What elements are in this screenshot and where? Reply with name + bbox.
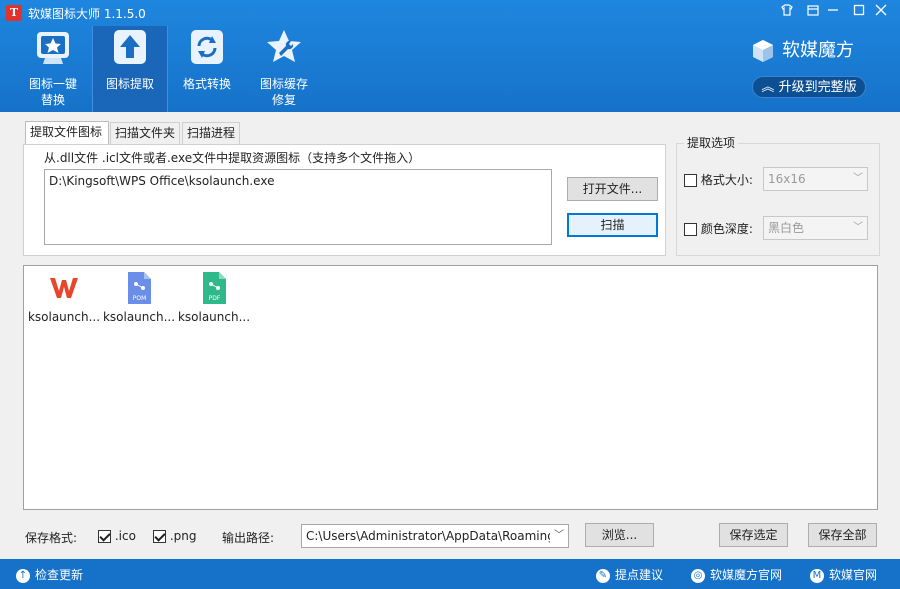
pdf-file-icon: PDF xyxy=(203,272,226,304)
file-path-input[interactable]: D:\Kingsoft\WPS Office\ksolaunch.exe xyxy=(44,169,552,245)
tool-label: 图标缓存 修复 xyxy=(259,77,308,107)
tool-label: 格式转换 xyxy=(182,77,231,91)
size-label: 格式大小: xyxy=(700,173,753,187)
open-file-button[interactable]: 打开文件... xyxy=(567,177,658,201)
icon-list[interactable]: ksolaunch... POM ksolaunch... PDF ksolau… xyxy=(23,265,878,510)
extract-options-title: 提取选项 xyxy=(684,134,739,151)
extract-panel: 从.dll文件 .icl文件或者.exe文件中提取资源图标（支持多个文件拖入） … xyxy=(23,144,666,256)
depth-value: 黑白色 xyxy=(768,221,805,235)
menu-icon xyxy=(807,5,819,16)
close-icon xyxy=(875,4,887,16)
monitor-star-icon xyxy=(37,32,69,64)
save-format-label: 保存格式: xyxy=(25,531,78,545)
arrow-up-circle-icon: ↑ xyxy=(16,568,30,583)
size-checkbox[interactable] xyxy=(684,174,697,187)
upgrade-label: 升级到完整版 xyxy=(778,80,857,95)
double-up-icon: ︽ xyxy=(761,80,775,95)
ico-checkbox[interactable] xyxy=(98,530,111,543)
icon-name: ksolaunch... xyxy=(102,310,176,324)
depth-checkbox[interactable] xyxy=(684,223,697,236)
depth-option[interactable]: 颜色深度: xyxy=(684,220,753,237)
tab-scan-folder[interactable]: 扫描文件夹 xyxy=(110,122,180,144)
ruanmei-site-link[interactable]: M 软媒官网 xyxy=(810,566,877,583)
save-all-button[interactable]: 保存全部 xyxy=(808,523,877,547)
icon-name: ksolaunch... xyxy=(27,310,101,324)
cube-logo-icon xyxy=(753,40,773,62)
title-bar: T 软媒图标大师 1.1.5.0 xyxy=(0,0,900,26)
chevron-down-icon: ﹀ xyxy=(853,222,863,233)
png-checkbox[interactable] xyxy=(153,530,166,543)
pom-badge: POM xyxy=(133,295,147,302)
suggest-link[interactable]: ✎ 提点建议 xyxy=(596,566,663,583)
tool-label: 图标提取 xyxy=(105,77,154,91)
close-button[interactable] xyxy=(868,3,894,23)
mofang-site-label: 软媒魔方官网 xyxy=(710,568,783,582)
list-item[interactable]: ksolaunch... xyxy=(26,266,102,328)
png-label: .png xyxy=(169,529,197,543)
ico-option[interactable]: .ico xyxy=(98,529,136,543)
app-logo-icon: T xyxy=(6,5,22,21)
output-path-value: C:\Users\Administrator\AppData\Roaming xyxy=(306,529,555,543)
brand-logo: 软媒魔方 xyxy=(750,36,854,64)
size-value: 16x16 xyxy=(768,172,806,186)
scan-button[interactable]: 扫描 xyxy=(567,213,658,237)
size-option[interactable]: 格式大小: xyxy=(684,171,753,188)
chevron-down-icon: ﹀ xyxy=(853,173,863,184)
depth-select[interactable]: 黑白色 ﹀ xyxy=(763,216,868,240)
minimize-button[interactable] xyxy=(820,3,846,23)
check-update-link[interactable]: ↑ 检查更新 xyxy=(16,566,83,583)
status-bar: ↑ 检查更新 ✎ 提点建议 ◎ 软媒魔方官网 M 软媒官网 xyxy=(0,559,900,589)
browse-button[interactable]: 浏览... xyxy=(585,523,654,547)
output-path-label: 输出路径: xyxy=(222,531,275,545)
tool-format-convert[interactable]: 格式转换 xyxy=(169,26,245,112)
check-update-label: 检查更新 xyxy=(35,568,84,582)
icon-name: ksolaunch... xyxy=(177,310,251,324)
wps-logo-icon xyxy=(50,278,78,298)
depth-label: 颜色深度: xyxy=(700,222,753,236)
tool-icon-replace[interactable]: 图标一键 替换 xyxy=(15,26,91,112)
suggest-label: 提点建议 xyxy=(615,568,664,582)
tab-extract-file[interactable]: 提取文件图标 xyxy=(25,121,109,145)
brand-name: 软媒魔方 xyxy=(782,40,854,61)
pom-file-icon: POM xyxy=(128,272,151,304)
minimize-icon xyxy=(828,9,838,11)
refresh-icon xyxy=(191,30,223,64)
upload-arrow-icon xyxy=(114,30,146,64)
tab-scan-process[interactable]: 扫描进程 xyxy=(182,122,240,144)
skin-button[interactable] xyxy=(774,3,800,23)
skin-icon xyxy=(781,4,793,16)
tool-label: 图标一键 替换 xyxy=(28,77,77,107)
list-item[interactable]: PDF ksolaunch... xyxy=(176,266,252,328)
png-option[interactable]: .png xyxy=(153,529,196,543)
save-selected-button[interactable]: 保存选定 xyxy=(719,523,788,547)
mofang-site-link[interactable]: ◎ 软媒魔方官网 xyxy=(691,566,782,583)
pdf-badge: PDF xyxy=(209,295,221,302)
ruanmei-logo-icon: M xyxy=(810,568,824,583)
size-select[interactable]: 16x16 ﹀ xyxy=(763,167,868,191)
star-wrench-icon xyxy=(267,30,301,62)
window-title: 软媒图标大师 1.1.5.0 xyxy=(28,7,146,21)
tool-icon-extract[interactable]: 图标提取 xyxy=(92,26,168,112)
ruanmei-site-label: 软媒官网 xyxy=(829,568,878,582)
extract-hint: 从.dll文件 .icl文件或者.exe文件中提取资源图标（支持多个文件拖入） xyxy=(44,151,421,165)
chevron-down-icon: ﹀ xyxy=(550,525,568,547)
list-item[interactable]: POM ksolaunch... xyxy=(101,266,177,328)
maximize-icon xyxy=(853,4,865,16)
globe-icon: ◎ xyxy=(691,568,705,583)
upgrade-button[interactable]: ︽ 升级到完整版 xyxy=(752,76,866,98)
feather-icon: ✎ xyxy=(596,568,610,583)
tool-cache-repair[interactable]: 图标缓存 修复 xyxy=(246,26,322,112)
ico-label: .ico xyxy=(114,529,136,543)
output-path-select[interactable]: C:\Users\Administrator\AppData\Roaming ﹀ xyxy=(301,524,569,548)
